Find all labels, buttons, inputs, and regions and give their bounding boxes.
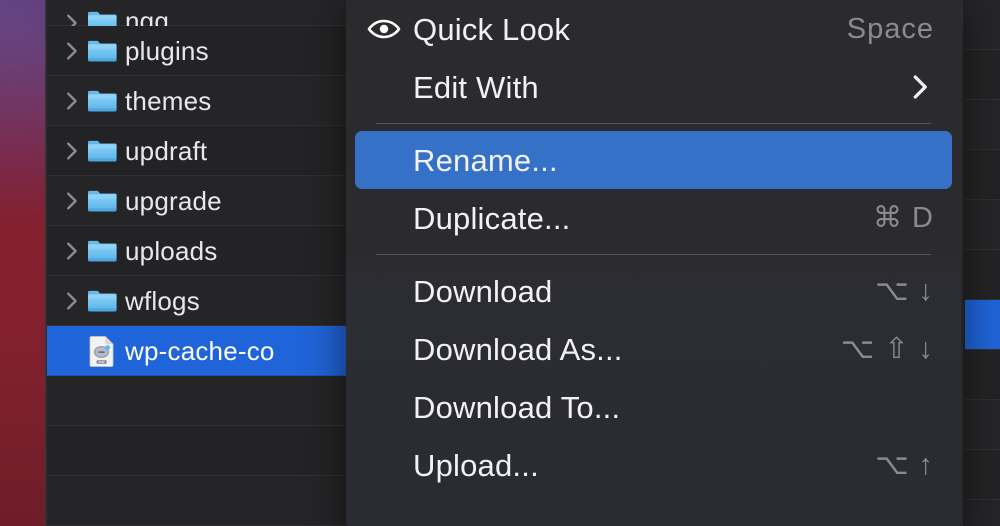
background-file-row[interactable] — [965, 250, 1000, 300]
panel-divider — [961, 0, 965, 526]
shortcut-glyph: D — [912, 201, 934, 234]
background-file-row[interactable] — [965, 100, 1000, 150]
file-row[interactable]: upgrade — [47, 176, 346, 226]
folder-icon — [83, 188, 121, 213]
background-file-row[interactable] — [965, 400, 1000, 450]
file-name-label: themes — [125, 85, 212, 116]
eye-icon — [367, 17, 413, 41]
file-name-label: plugins — [125, 35, 209, 66]
menu-item-download-as[interactable]: Download As... ⌥ ⇧ ↓ — [355, 320, 952, 378]
disclosure-chevron-icon[interactable] — [59, 90, 83, 112]
background-file-row[interactable] — [965, 500, 1000, 526]
menu-item-label: Download — [413, 273, 553, 309]
shortcut-glyph: ⇧ — [884, 332, 910, 365]
background-file-row[interactable] — [965, 150, 1000, 200]
menu-item-download-to[interactable]: Download To... — [355, 378, 952, 436]
menu-item-shortcut: Space — [846, 12, 934, 45]
folder-icon — [83, 288, 121, 313]
menu-item-duplicate[interactable]: Duplicate... ⌘ D — [355, 189, 952, 247]
file-row[interactable]: PHP wp-cache-co — [47, 326, 346, 376]
disclosure-chevron-icon[interactable] — [59, 240, 83, 262]
file-name-label: upgrade — [125, 185, 222, 216]
folder-icon — [83, 0, 121, 33]
desktop-wallpaper — [0, 0, 45, 526]
disclosure-chevron-icon[interactable] — [59, 40, 83, 62]
folder-icon — [83, 38, 121, 63]
file-row[interactable]: themes — [47, 76, 346, 126]
file-row[interactable]: plugins — [47, 26, 346, 76]
menu-item-rename[interactable]: Rename... — [355, 131, 952, 189]
shortcut-glyph: ↓ — [918, 332, 934, 365]
menu-item-upload[interactable]: Upload... ⌥ ↑ — [355, 436, 952, 494]
menu-item-download[interactable]: Download ⌥ ↓ — [355, 262, 952, 320]
menu-item-label: Download To... — [413, 389, 621, 425]
file-row[interactable]: wflogs — [47, 276, 346, 326]
disclosure-chevron-icon[interactable] — [59, 190, 83, 212]
background-file-row[interactable] — [965, 350, 1000, 400]
menu-item-shortcut: ⌘ D — [873, 201, 934, 234]
background-file-row[interactable] — [965, 450, 1000, 500]
file-row-empty — [47, 476, 346, 526]
menu-item-label: Duplicate... — [413, 200, 571, 236]
background-file-row[interactable] — [965, 200, 1000, 250]
file-row-empty — [47, 376, 346, 426]
screen-root: ngg plugins themes updraft upgrade uploads wfl… — [0, 0, 1000, 526]
menu-item-shortcut: ⌥ ↓ — [875, 274, 934, 307]
background-file-row[interactable] — [965, 0, 1000, 50]
file-row[interactable]: ngg — [47, 0, 346, 34]
menu-item-quick-look[interactable]: Quick Look Space — [355, 0, 952, 58]
background-file-row[interactable] — [965, 300, 1000, 350]
folder-icon — [83, 238, 121, 263]
background-file-panel[interactable] — [965, 0, 1000, 526]
file-row[interactable]: uploads — [47, 226, 346, 276]
shortcut-glyph: ⌘ — [873, 201, 904, 234]
menu-item-shortcut: ⌥ ↑ — [875, 448, 934, 481]
menu-item-label: Quick Look — [413, 11, 571, 47]
menu-item-edit-with[interactable]: Edit With — [355, 58, 952, 116]
menu-item-label: Rename... — [413, 142, 558, 178]
menu-item-label: Edit With — [413, 69, 539, 105]
file-row-empty — [47, 426, 346, 476]
shortcut-glyph: ⌥ — [875, 448, 910, 481]
php-file-icon: PHP — [83, 335, 121, 367]
shortcut-glyph: ⌥ — [840, 332, 876, 365]
context-menu[interactable]: Quick Look Space Edit With Rename... Duplica… — [346, 0, 961, 526]
submenu-chevron-icon — [904, 72, 934, 102]
disclosure-chevron-icon[interactable] — [59, 140, 83, 162]
file-name-label: wflogs — [125, 285, 200, 316]
file-list-panel[interactable]: ngg plugins themes updraft upgrade uploads wfl… — [47, 0, 346, 526]
file-name-label: updraft — [125, 135, 208, 166]
file-name-label: uploads — [125, 235, 218, 266]
shortcut-glyph: ↑ — [918, 448, 934, 481]
file-row[interactable]: updraft — [47, 126, 346, 176]
disclosure-chevron-icon[interactable] — [59, 290, 83, 312]
menu-separator — [376, 123, 931, 124]
shortcut-glyph: ↓ — [918, 274, 934, 307]
menu-item-label: Download As... — [413, 331, 623, 367]
menu-separator — [376, 254, 931, 255]
svg-text:PHP: PHP — [99, 360, 105, 364]
background-file-row[interactable] — [965, 50, 1000, 100]
shortcut-glyph: ⌥ — [875, 274, 910, 307]
file-name-label: wp-cache-co — [125, 335, 275, 366]
disclosure-chevron-icon[interactable] — [59, 3, 83, 32]
menu-item-label: Upload... — [413, 447, 539, 483]
menu-item-shortcut: ⌥ ⇧ ↓ — [840, 332, 934, 365]
folder-icon — [83, 88, 121, 113]
folder-icon — [83, 138, 121, 163]
